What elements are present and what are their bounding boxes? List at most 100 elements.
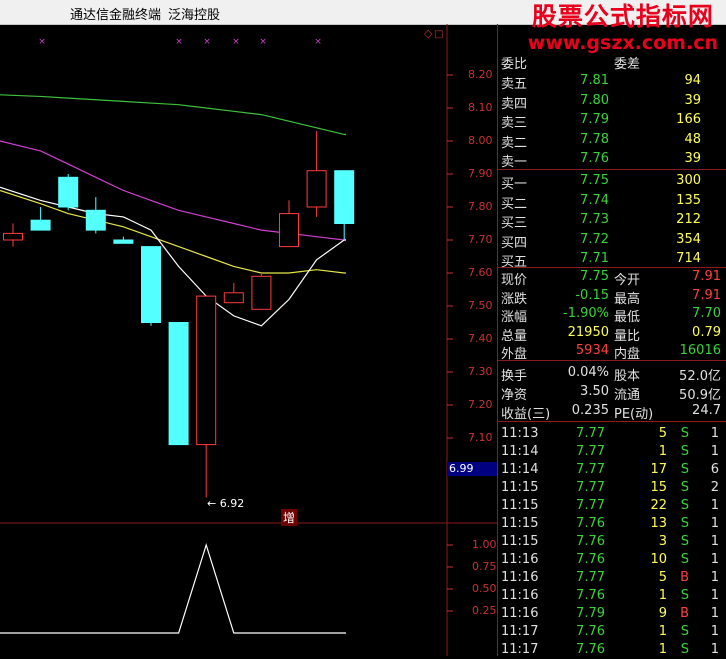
tick-count: 2 bbox=[710, 480, 719, 495]
quote-row: 外盘 5934 内盘 16016 bbox=[498, 342, 726, 362]
tick-side: S bbox=[680, 462, 689, 477]
tick-row[interactable]: 11:16 7.79 9 B 1 bbox=[498, 605, 726, 623]
current-price-marker: 6.99 bbox=[447, 462, 497, 476]
bid-row: 买一 7.75 300 bbox=[498, 172, 726, 192]
tick-time: 11:15 bbox=[501, 516, 539, 531]
candle-body[interactable] bbox=[334, 170, 355, 224]
candle-body[interactable] bbox=[3, 232, 23, 241]
candle-body[interactable] bbox=[196, 295, 217, 446]
bid-price: 7.74 bbox=[580, 192, 609, 208]
candle-body[interactable] bbox=[223, 292, 244, 304]
candle-body[interactable] bbox=[58, 176, 79, 208]
divider bbox=[498, 421, 726, 422]
tick-price: 7.76 bbox=[576, 552, 605, 567]
tick-volume: 5 bbox=[658, 570, 667, 585]
tick-price: 7.77 bbox=[576, 480, 605, 495]
app-title: 通达信金融终端 bbox=[70, 8, 162, 23]
fundamental-value: 50.9亿 bbox=[679, 388, 721, 403]
order-diff-label: 委差 bbox=[614, 57, 641, 72]
tick-time: 11:15 bbox=[501, 498, 539, 513]
quote-value: -1.90% bbox=[563, 306, 609, 322]
watermark-logo: 股票公式指标网 www.gszx.com.cn bbox=[528, 2, 718, 54]
tick-volume: 10 bbox=[650, 552, 667, 567]
indicator-tick-label: 0.75 bbox=[472, 560, 497, 573]
ask-volume: 39 bbox=[684, 92, 701, 108]
ask-label: 卖五 bbox=[501, 77, 528, 92]
scroll-up-icon: □ bbox=[434, 29, 443, 40]
tick-row[interactable]: 11:16 7.76 1 S 1 bbox=[498, 587, 726, 605]
fundamental-value: 52.0亿 bbox=[679, 369, 721, 384]
quote-value: 7.70 bbox=[692, 306, 721, 322]
tick-count: 6 bbox=[710, 462, 719, 477]
ask-label: 卖一 bbox=[501, 155, 528, 171]
quote-panel: 委比 委差 卖五 7.81 94 卖四 7.80 39 卖三 7.79 166 卖二 7.78 48 卖一 7… bbox=[497, 24, 726, 659]
quote-row: 涨幅 -1.90% 最低 7.70 bbox=[498, 305, 726, 326]
fundamental-label: 净资 bbox=[501, 388, 528, 403]
price-tick-label: 8.20 bbox=[468, 68, 493, 81]
tick-row[interactable]: 11:15 7.76 13 S 1 bbox=[498, 515, 726, 533]
candle-body[interactable] bbox=[30, 219, 51, 231]
bid-row: 买二 7.74 135 bbox=[498, 192, 726, 212]
tick-row[interactable]: 11:17 7.76 1 S 1 bbox=[498, 641, 726, 659]
tick-row[interactable]: 11:15 7.76 3 S 1 bbox=[498, 533, 726, 551]
bid-label: 买三 bbox=[501, 216, 528, 232]
kline-chart[interactable]: × × × × × × ◇ □ bbox=[0, 24, 497, 656]
fundamental-label: 换手 bbox=[501, 369, 528, 384]
tick-time: 11:17 bbox=[501, 642, 539, 657]
tick-side: B bbox=[680, 606, 689, 621]
watermark-line1: 股票公式指标网 bbox=[531, 2, 714, 31]
candle-body[interactable] bbox=[113, 239, 134, 244]
tick-row[interactable]: 11:16 7.76 10 S 1 bbox=[498, 551, 726, 569]
tick-time: 11:16 bbox=[501, 570, 539, 585]
candle-body[interactable] bbox=[306, 170, 327, 208]
tick-row[interactable]: 11:15 7.77 15 S 2 bbox=[498, 479, 726, 497]
tick-count: 1 bbox=[710, 588, 719, 603]
tick-side: S bbox=[680, 516, 689, 531]
candle-body[interactable] bbox=[141, 246, 161, 324]
ask-row: 卖一 7.76 39 bbox=[498, 150, 726, 171]
tick-row[interactable]: 11:16 7.77 5 B 1 bbox=[498, 569, 726, 587]
tick-count: 1 bbox=[710, 534, 719, 549]
tick-row[interactable]: 11:15 7.77 22 S 1 bbox=[498, 497, 726, 515]
bid-row: 买四 7.72 354 bbox=[498, 231, 726, 251]
quote-row: 涨跌 -0.15 最高 7.91 bbox=[498, 287, 726, 307]
bid-label: 买一 bbox=[501, 177, 528, 192]
watermark-line2: www.gszx.com.cn bbox=[527, 32, 718, 54]
tick-price: 7.77 bbox=[576, 498, 605, 513]
indicator-tick-label: 1.00 bbox=[472, 538, 497, 551]
fundamental-value: 0.04% bbox=[567, 365, 609, 380]
candle-body[interactable] bbox=[85, 209, 106, 231]
tick-row[interactable]: 11:14 7.77 1 S 1 bbox=[498, 443, 726, 461]
fundamental-label: PE(动) bbox=[614, 407, 654, 422]
bid-volume: 135 bbox=[676, 192, 701, 208]
candle-body[interactable] bbox=[168, 322, 189, 446]
quote-label: 涨幅 bbox=[501, 310, 528, 326]
min-price-value: 6.92 bbox=[219, 497, 245, 510]
tick-side: S bbox=[680, 642, 689, 657]
tick-time: 11:15 bbox=[501, 534, 539, 549]
tick-row[interactable]: 11:14 7.77 17 S 6 bbox=[498, 461, 726, 479]
tick-row[interactable]: 11:13 7.77 5 S 1 bbox=[498, 425, 726, 443]
price-tick-label: 7.40 bbox=[468, 332, 493, 345]
tick-volume: 5 bbox=[658, 426, 667, 441]
quote-value: 7.91 bbox=[692, 287, 721, 303]
tick-time: 11:16 bbox=[501, 552, 539, 567]
ask-price: 7.76 bbox=[580, 151, 609, 167]
tick-volume: 13 bbox=[650, 516, 667, 531]
candle-body[interactable] bbox=[279, 213, 299, 248]
tick-side: S bbox=[680, 588, 689, 603]
tick-side: S bbox=[680, 534, 689, 549]
quote-value: 0.79 bbox=[692, 324, 721, 340]
price-tick-label: 7.20 bbox=[468, 398, 493, 411]
price-tick-label: 7.70 bbox=[468, 233, 493, 246]
quote-row: 总量 21950 量比 0.79 bbox=[498, 324, 726, 344]
tick-side: S bbox=[680, 624, 689, 639]
divider bbox=[498, 169, 726, 170]
tick-row[interactable]: 11:17 7.76 1 S 1 bbox=[498, 623, 726, 641]
tick-volume: 3 bbox=[658, 534, 667, 549]
ask-volume: 94 bbox=[684, 73, 701, 88]
signal-marker: × bbox=[175, 37, 183, 47]
candle-body[interactable] bbox=[251, 275, 272, 310]
tick-price: 7.76 bbox=[576, 588, 605, 603]
price-tick-label: 7.60 bbox=[468, 266, 493, 279]
